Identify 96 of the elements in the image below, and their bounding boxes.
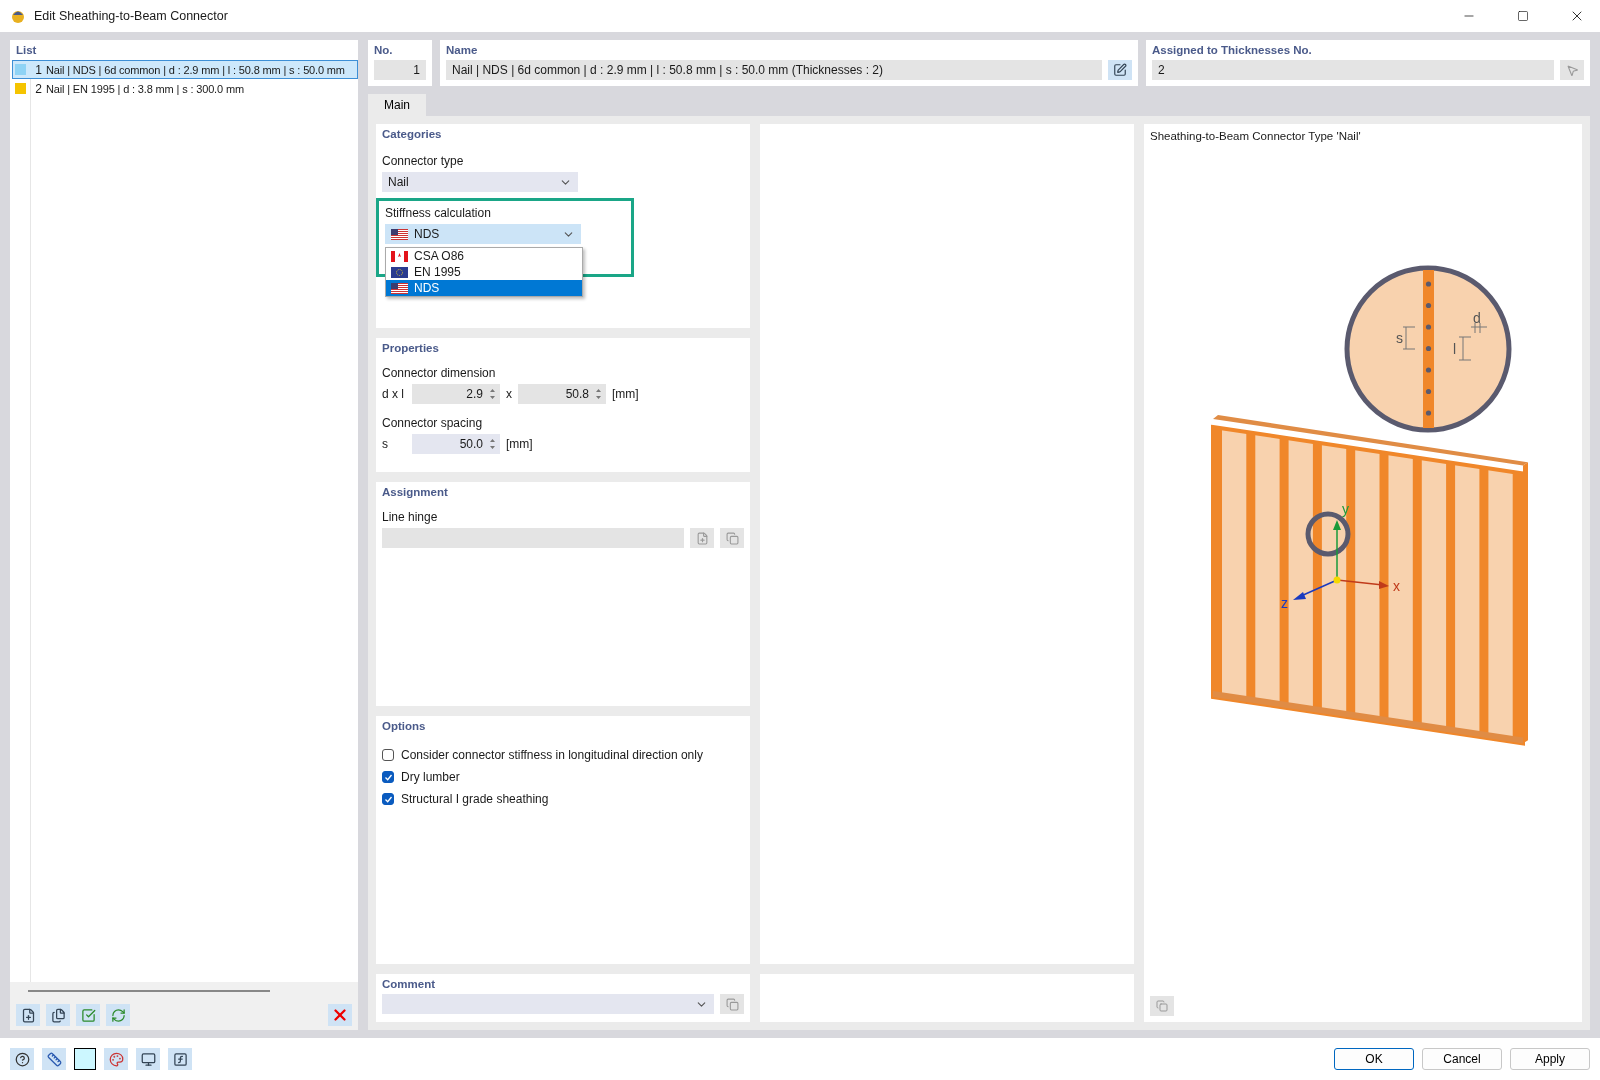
checkbox[interactable] (382, 749, 394, 761)
symbol-label: d x l (382, 387, 405, 401)
checkbox[interactable] (382, 771, 394, 783)
stiffness-dropdown[interactable]: NDS (385, 224, 581, 244)
copy-icon (1156, 1000, 1168, 1012)
pointer-icon (1565, 63, 1579, 77)
horizontal-scrollbar[interactable] (10, 982, 358, 1000)
check-all-button[interactable] (76, 1004, 100, 1026)
thickness-field[interactable]: 2 (1152, 60, 1554, 80)
comment-field[interactable] (382, 994, 714, 1014)
function-icon (172, 1051, 188, 1067)
invert-check-button[interactable] (106, 1004, 130, 1026)
comment-library-button[interactable] (720, 994, 744, 1014)
axis-label: z (1281, 595, 1288, 611)
help-icon (14, 1051, 30, 1067)
name-field[interactable]: Nail | NDS | 6d common | d : 2.9 mm | l : 50.8 mm | s : 50.0 mm (Thicknesses : 2) (446, 60, 1102, 80)
detail-view-drawing: s d l (1344, 265, 1512, 433)
list-item[interactable]: 2 Nail | EN 1995 | d : 3.8 mm | s : 300.0 mm (12, 79, 358, 98)
spacing-field[interactable]: 50.0 (412, 434, 500, 454)
new-document-icon (695, 531, 709, 545)
monitor-icon (140, 1051, 156, 1067)
diameter-field[interactable]: 2.9 (412, 384, 500, 404)
edit-icon (1113, 63, 1127, 77)
app-icon (10, 8, 26, 24)
edit-icon-button[interactable] (1108, 60, 1132, 80)
dialog-button[interactable]: OK (1334, 1048, 1414, 1070)
checkbox[interactable] (382, 793, 394, 805)
field-label: No. (374, 43, 394, 58)
list-item[interactable]: 1 Nail | NDS | 6d common | d : 2.9 mm | l : 50.8 mm | s : 50.0 mm (12, 60, 358, 79)
flag-icon (391, 282, 408, 294)
section-title: Properties (382, 341, 440, 356)
pointer-icon-button[interactable] (1560, 60, 1584, 80)
tab[interactable]: Main (368, 94, 426, 116)
checkbox-label: Dry lumber (401, 770, 460, 784)
line-hinge-field[interactable] (382, 528, 684, 548)
field-label: Name (446, 43, 479, 58)
spin-arrows-icon[interactable] (489, 388, 496, 400)
ruler-icon (46, 1051, 62, 1067)
new-document-icon (20, 1007, 36, 1023)
new-hinge-button[interactable] (690, 528, 714, 548)
dropdown-option[interactable]: NDS (386, 280, 582, 296)
maximize-icon (1517, 10, 1529, 22)
copy-icon (50, 1007, 66, 1023)
section-title: Options (382, 719, 427, 734)
dropdown-option[interactable]: CSA O86 (386, 248, 582, 264)
copy-icon (725, 531, 739, 545)
spin-arrows-icon[interactable] (489, 438, 496, 450)
field-label: Stiffness calculation (385, 206, 492, 220)
flag-icon (391, 250, 408, 262)
field-label: Line hinge (382, 510, 439, 524)
checkbox-label: Structural I grade sheathing (401, 792, 549, 806)
section-title: Categories (382, 127, 443, 142)
dropdown-option[interactable]: EN 1995 (386, 264, 582, 280)
refresh-icon (110, 1007, 126, 1023)
field-label: Connector type (382, 154, 465, 168)
dialog-button[interactable]: Cancel (1422, 1048, 1502, 1070)
origin-dot (1333, 576, 1341, 584)
units-button[interactable] (42, 1048, 66, 1070)
field-label: Connector spacing (382, 416, 484, 430)
field-label: Assigned to Thicknesses No. (1152, 43, 1313, 58)
new-item-button[interactable] (16, 1004, 40, 1026)
help-button[interactable] (10, 1048, 34, 1070)
item-label: Nail | EN 1995 | d : 3.8 mm | s : 300.0 mm (46, 82, 244, 95)
window-title: Edit Sheathing-to-Beam Connector (34, 9, 229, 23)
flag-icon (391, 228, 408, 240)
length-field[interactable]: 50.8 (518, 384, 606, 404)
delete-button[interactable] (328, 1004, 352, 1026)
section-title: Comment (382, 977, 437, 992)
edit-hinge-button[interactable] (720, 528, 744, 548)
color-button[interactable] (74, 1048, 96, 1070)
section-title: List (15, 43, 38, 58)
field-label: Connector dimension (382, 366, 497, 380)
flag-icon (391, 266, 408, 278)
connector-type-dropdown[interactable]: Nail (382, 172, 578, 192)
separator-label: x (506, 387, 512, 401)
diagram-title: Sheathing-to-Beam Connector Type 'Nail' (1150, 130, 1362, 142)
copy-item-button[interactable] (46, 1004, 70, 1026)
symbol-label: s (382, 437, 389, 451)
item-number: 1 (34, 62, 42, 77)
item-label: Nail | NDS | 6d common | d : 2.9 mm | l : 50.8 mm | s : 50.0 mm (46, 63, 345, 76)
unit-label: [mm] (506, 437, 533, 451)
checkbox-icon (80, 1007, 96, 1023)
number-field[interactable]: 1 (374, 60, 426, 80)
axis-label: x (1393, 578, 1400, 594)
checkbox-label: Consider connector stiffness in longitudinal direction only (401, 748, 703, 762)
display-button[interactable] (104, 1048, 128, 1070)
dialog-button[interactable]: Apply (1510, 1048, 1590, 1070)
delete-icon (331, 1006, 349, 1024)
unit-label: [mm] (612, 387, 639, 401)
item-number: 2 (34, 81, 42, 96)
spin-arrows-icon[interactable] (595, 388, 602, 400)
formula-button[interactable] (168, 1048, 192, 1070)
view-button[interactable] (136, 1048, 160, 1070)
palette-icon (108, 1051, 124, 1067)
copy-icon (725, 997, 739, 1011)
section-title: Assignment (382, 485, 449, 500)
